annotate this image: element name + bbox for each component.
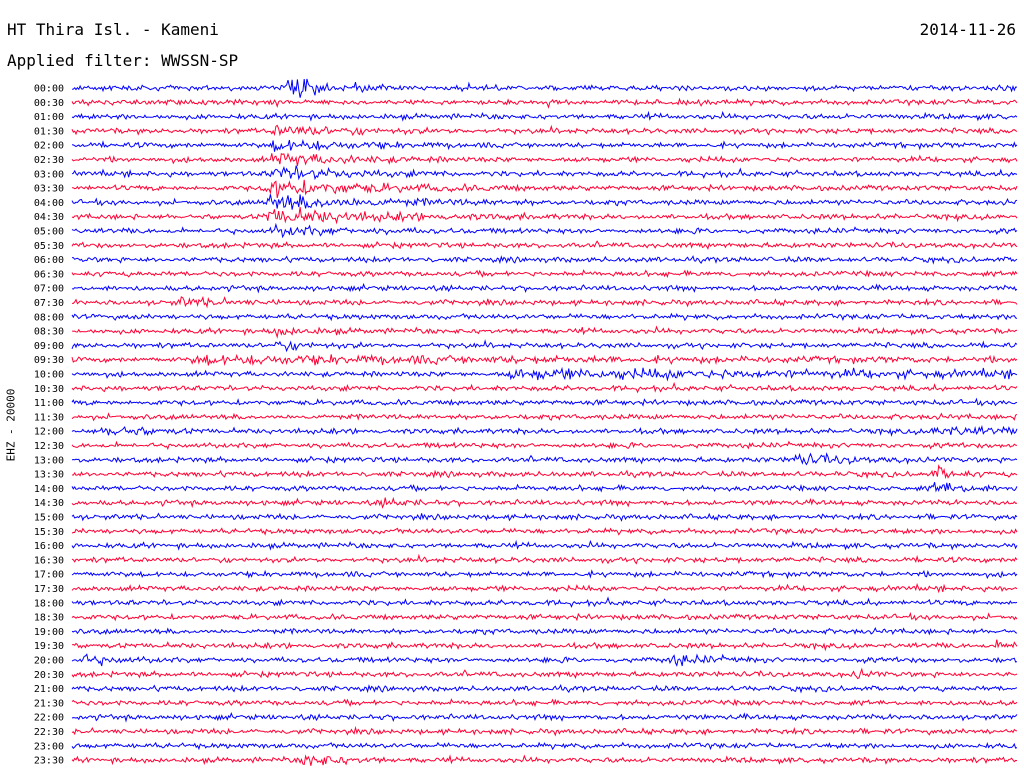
tick-label-0200: 02:00 [34,141,64,152]
tick-label-2130: 21:30 [34,698,64,709]
tick-label-2330: 23:30 [34,756,64,767]
tick-label-0930: 09:30 [34,355,64,366]
seismogram-plot: 00:00 00:30 01:00 01:30 02:00 02:30 03:00 03:30… [34,78,1018,767]
trace-1000 [71,366,1018,382]
tick-label-1800: 18:00 [34,598,64,609]
trace-0500 [71,222,1018,239]
trace-0300 [71,165,1018,181]
tick-label-1130: 11:30 [34,412,64,423]
trace-0430 [71,207,1018,225]
tick-label-0030: 00:30 [34,98,64,109]
trace-1030 [71,381,1018,394]
trace-0000 [71,78,1018,98]
tick-label-0430: 04:30 [34,212,64,223]
tick-label-0830: 08:30 [34,327,64,338]
trace-1400 [71,482,1018,493]
trace-1630 [71,553,1018,565]
tick-label-1230: 12:30 [34,441,64,452]
trace-1100 [71,397,1018,407]
trace-0930 [71,353,1018,366]
tick-label-0300: 03:00 [34,169,64,180]
tick-label-0230: 02:30 [34,155,64,166]
tick-label-1330: 13:30 [34,470,64,481]
tick-label-2100: 21:00 [34,684,64,695]
trace-1930 [71,639,1018,652]
trace-1900 [71,627,1018,636]
trace-1800 [71,596,1018,608]
trace-1500 [71,512,1018,522]
trace-0100 [71,110,1018,122]
trace-1730 [71,583,1018,594]
trace-0230 [71,152,1018,167]
tick-label-2200: 22:00 [34,713,64,724]
tick-label-0100: 01:00 [34,112,64,123]
trace-0330 [71,179,1018,199]
tick-label-2230: 22:30 [34,727,64,738]
trace-1130 [71,412,1018,422]
trace-2330 [71,754,1018,766]
trace-2200 [71,711,1018,723]
trace-1230 [71,440,1018,450]
tick-label-1630: 16:30 [34,555,64,566]
trace-0200 [71,139,1018,152]
tick-label-1200: 12:00 [34,427,64,438]
tick-label-0330: 03:30 [34,184,64,195]
trace-2100 [71,684,1018,694]
tick-label-1930: 19:30 [34,641,64,652]
tick-label-0500: 05:00 [34,227,64,238]
trace-2130 [71,698,1018,708]
tick-label-1500: 15:00 [34,513,64,524]
trace-1600 [71,539,1018,551]
tick-label-0530: 05:30 [34,241,64,252]
trace-1330 [71,464,1018,480]
trace-2230 [71,725,1018,737]
tick-label-0700: 07:00 [34,284,64,295]
trace-0130 [71,124,1018,137]
tick-label-1000: 10:00 [34,370,64,381]
trace-0630 [71,269,1018,279]
tick-label-1030: 10:30 [34,384,64,395]
tick-label-0130: 01:30 [34,126,64,137]
tick-label-0000: 00:00 [34,84,64,95]
trace-0800 [71,312,1018,322]
trace-2030 [71,667,1018,680]
tick-label-1400: 14:00 [34,484,64,495]
tick-labels-group: 00:00 00:30 01:00 01:30 02:00 02:30 03:00 03:30… [34,84,64,767]
trace-0700 [71,282,1018,294]
tick-label-1600: 16:00 [34,541,64,552]
tick-label-1100: 11:00 [34,398,64,409]
trace-1530 [71,527,1018,536]
tick-label-0900: 09:00 [34,341,64,352]
trace-0830 [71,325,1018,339]
trace-1700 [71,569,1018,580]
tick-label-1830: 18:30 [34,613,64,624]
tick-label-1430: 14:30 [34,498,64,509]
tick-label-1530: 15:30 [34,527,64,538]
tick-label-0800: 08:00 [34,312,64,323]
tick-label-2000: 20:00 [34,656,64,667]
tick-label-0630: 06:30 [34,269,64,280]
tick-label-2300: 23:00 [34,741,64,752]
trace-1430 [71,496,1018,509]
trace-2300 [71,741,1018,751]
trace-0730 [71,295,1018,309]
tick-label-1700: 17:00 [34,570,64,581]
traces-group [71,78,1018,766]
tick-label-0600: 06:00 [34,255,64,266]
tick-label-2030: 20:30 [34,670,64,681]
trace-1200 [71,424,1018,437]
trace-0400 [71,194,1018,210]
tick-label-0730: 07:30 [34,298,64,309]
tick-label-1900: 19:00 [34,627,64,638]
trace-1300 [71,452,1018,466]
trace-0030 [71,97,1018,109]
tick-label-0400: 04:00 [34,198,64,209]
trace-1830 [71,612,1018,622]
trace-0530 [71,240,1018,250]
trace-2000 [71,653,1018,667]
tick-label-1730: 17:30 [34,584,64,595]
trace-0600 [72,255,1018,265]
tick-label-1300: 13:00 [34,455,64,466]
trace-0900 [71,339,1018,353]
